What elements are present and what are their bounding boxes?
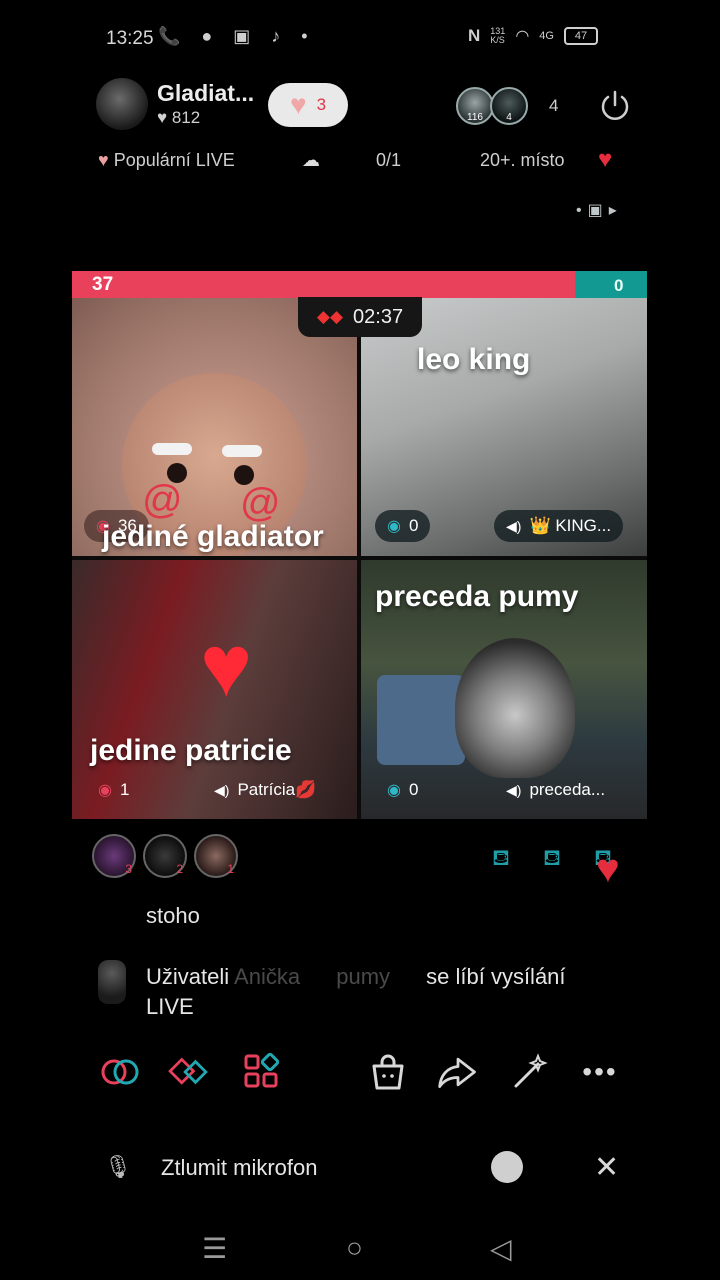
- gifter-rank: 1: [227, 862, 234, 876]
- guest-tag-label: Patrícia💋: [237, 780, 317, 799]
- raccoon-image: [455, 638, 575, 778]
- battery-icon: 47: [563, 27, 598, 45]
- battle-icon: ◆◆: [316, 307, 344, 326]
- magic-wand-icon[interactable]: [508, 1052, 552, 1092]
- battle-icon[interactable]: [168, 1052, 212, 1092]
- commenter-avatar[interactable]: [98, 960, 126, 1004]
- heart-icon: ♥: [289, 89, 307, 120]
- score-right: 0: [614, 276, 624, 295]
- popular-live-label: Populární LIVE: [113, 150, 235, 170]
- more-icon[interactable]: •••: [578, 1052, 622, 1092]
- status-time: 13:25: [106, 28, 154, 49]
- ratio-label: 0/1: [376, 150, 402, 170]
- guest-name: preceda pumy: [375, 580, 579, 613]
- floating-heart-icon: ♥: [596, 847, 620, 891]
- host-avatar[interactable]: [96, 78, 148, 130]
- guest-name: leo king: [417, 343, 531, 376]
- score-left: 37: [92, 274, 114, 295]
- gifter-rank: 3: [125, 862, 132, 876]
- shop-bag-icon[interactable]: [366, 1052, 410, 1092]
- viewer-avatar[interactable]: 4: [490, 87, 528, 125]
- guest-name: jedine patricie: [90, 734, 292, 767]
- guest-tag-label: preceda...: [529, 780, 606, 799]
- guest-tile-4[interactable]: preceda pumy ◉ 0 ◀) preceda...: [361, 560, 647, 819]
- comment-prefix: Uživateli: [146, 964, 230, 989]
- score-bar: [72, 271, 647, 298]
- gift-icon: ◉: [387, 518, 401, 535]
- comment-user[interactable]: pumy: [336, 964, 390, 989]
- status-bar: 13:25 📞 ● ▣ ♪ • N 131 K/S ◠ 4G 47: [0, 0, 720, 76]
- speaker-icon: ◀): [506, 781, 522, 798]
- cloud-icon[interactable]: ☁: [302, 150, 320, 171]
- speaker-icon: ◀): [214, 781, 230, 798]
- rank-label[interactable]: 20+. místo: [480, 150, 565, 171]
- mic-toggle[interactable]: [491, 1151, 523, 1183]
- speaker-icon: ◀): [506, 517, 522, 534]
- heart-filter: ♥: [200, 616, 253, 715]
- gift-count: 1: [119, 780, 130, 799]
- gift-count-chip[interactable]: ◉ 1: [86, 774, 141, 806]
- host-likes: ♥ 812: [157, 108, 201, 127]
- home-button[interactable]: ○: [346, 1232, 363, 1264]
- close-icon[interactable]: ✕: [594, 1150, 619, 1185]
- seat-icon[interactable]: ⛾: [543, 845, 561, 874]
- comment-text: stoho: [146, 903, 200, 928]
- comment-user[interactable]: Anička: [234, 964, 300, 989]
- notification-icons: 📞 ● ▣ ♪ •: [158, 26, 316, 46]
- gift-count-chip[interactable]: ◉ 0: [375, 774, 430, 806]
- viewer-badge: 4: [506, 112, 512, 123]
- top-gifter-avatar[interactable]: 1: [194, 834, 238, 878]
- nfc-icon: N: [468, 26, 481, 45]
- comment-text: LIVE: [146, 994, 194, 1019]
- comment-item: Uživateli Anička pumy se líbí vysílání: [146, 964, 566, 990]
- share-icon[interactable]: [436, 1052, 480, 1092]
- broken-heart-icon[interactable]: ♥: [598, 146, 612, 174]
- guest-name: jediné gladiator: [102, 520, 324, 553]
- gift-icon: ◉: [98, 782, 112, 799]
- gift-count-chip[interactable]: ◉ 0: [375, 510, 431, 542]
- top-gifter-avatar[interactable]: 3: [92, 834, 136, 878]
- gifter-rank: 2: [176, 862, 183, 876]
- viewer-badge: 116: [467, 112, 483, 123]
- like-button[interactable]: ♥ 3: [268, 83, 348, 127]
- mute-mic-label[interactable]: Ztlumit mikrofon: [161, 1155, 317, 1181]
- top-gifter-avatar[interactable]: 2: [143, 834, 187, 878]
- host-name[interactable]: Gladiat...: [157, 80, 254, 107]
- back-button[interactable]: ◁: [490, 1232, 512, 1265]
- popular-live-link[interactable]: ♥ Populární LIVE: [98, 150, 235, 171]
- mic-muted-icon[interactable]: 🎙︎: [104, 1154, 132, 1180]
- guest-tag[interactable]: ◀) 👑 KING...: [494, 510, 624, 542]
- guest-tag[interactable]: ◀) preceda...: [494, 774, 617, 806]
- power-icon[interactable]: [597, 88, 633, 124]
- gift-count: 0: [408, 516, 419, 535]
- gift-count: 0: [408, 780, 419, 799]
- link-guests-icon[interactable]: [98, 1052, 142, 1092]
- gift-icon: ◉: [387, 782, 401, 799]
- guest-tile-3[interactable]: ♥ jedine patricie ◉ 1 ◀) Patrícia💋: [72, 560, 357, 819]
- wifi-icon: ◠: [515, 28, 530, 45]
- guest-tag[interactable]: ◀) Patrícia💋: [202, 774, 328, 806]
- bucket-image: [377, 675, 465, 765]
- like-count: 3: [316, 95, 327, 114]
- recents-button[interactable]: ☰: [202, 1232, 227, 1265]
- viewer-count[interactable]: 4: [549, 96, 558, 116]
- system-icons: N 131 K/S ◠ 4G 47: [468, 26, 598, 46]
- comment-text: se líbí vysílání: [426, 964, 566, 989]
- net-speed: 131 K/S: [490, 26, 506, 45]
- seat-icon[interactable]: ⛾: [492, 845, 510, 874]
- stream-settings-icon[interactable]: •▣▸: [576, 200, 623, 220]
- timer-value: 02:37: [353, 305, 404, 328]
- viewer-avatar[interactable]: 116: [456, 87, 494, 125]
- battle-timer: ◆◆ 02:37: [298, 297, 422, 337]
- broken-heart-icon: ♥: [98, 150, 109, 170]
- apps-grid-icon[interactable]: [240, 1052, 284, 1092]
- guest-tag-label: 👑 KING...: [529, 516, 612, 535]
- signal-icon: 4G: [539, 30, 554, 42]
